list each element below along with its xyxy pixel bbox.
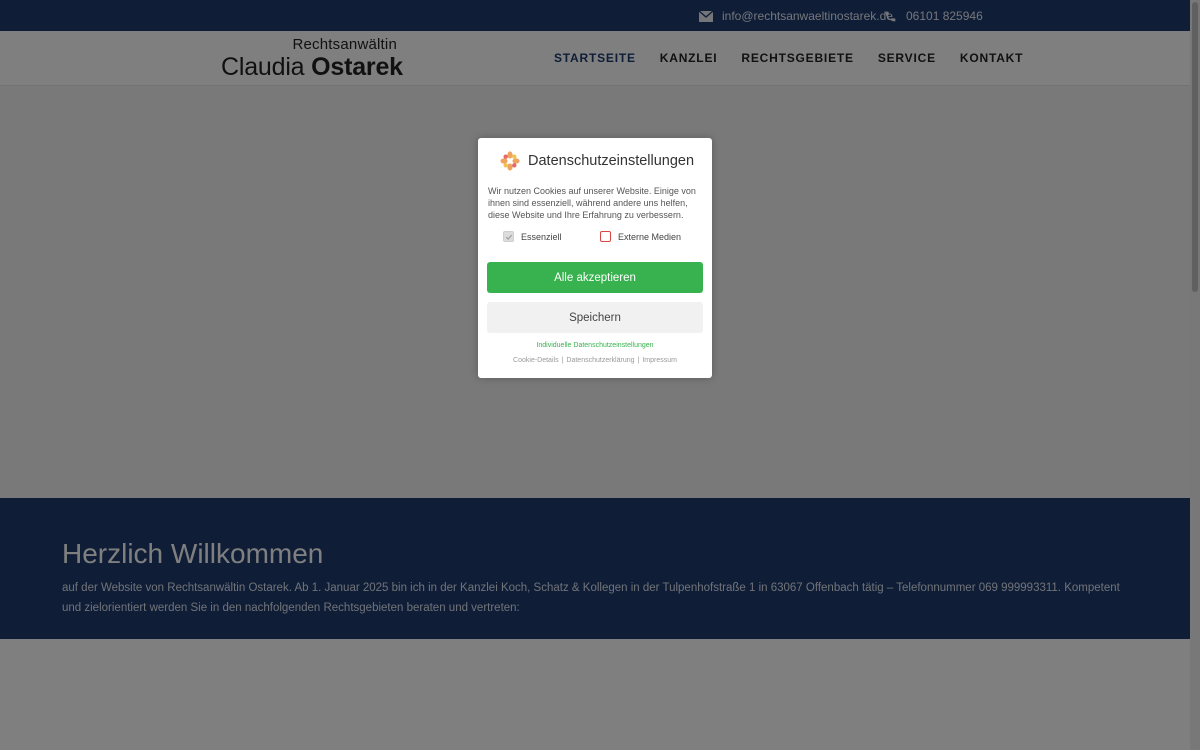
imprint-link[interactable]: Impressum bbox=[642, 357, 677, 364]
cookie-details-link[interactable]: Cookie-Details bbox=[513, 357, 559, 364]
accept-all-button[interactable]: Alle akzeptieren bbox=[487, 262, 703, 293]
privacy-policy-link[interactable]: Datenschutzerklärung bbox=[566, 357, 634, 364]
checkbox-externe-medien[interactable] bbox=[600, 231, 611, 242]
dialog-title: Datenschutzeinstellungen bbox=[528, 153, 695, 169]
option-label-essenziell: Essenziell bbox=[521, 231, 562, 242]
option-externe-medien[interactable]: Externe Medien bbox=[600, 231, 681, 242]
option-essenziell[interactable]: Essenziell bbox=[503, 231, 562, 242]
save-button[interactable]: Speichern bbox=[487, 302, 703, 333]
checkbox-essenziell[interactable] bbox=[503, 231, 514, 242]
cookie-consent-dialog: Datenschutzeinstellungen Wir nutzen Cook… bbox=[478, 138, 712, 378]
individual-settings-link[interactable]: Individuelle Datenschutzeinstellungen bbox=[478, 342, 712, 349]
option-label-externe-medien: Externe Medien bbox=[618, 231, 682, 242]
link-separator: | bbox=[637, 357, 640, 364]
dialog-footer-links: Cookie-Details | Datenschutzerklärung | Impr… bbox=[478, 357, 712, 364]
cookie-flower-icon bbox=[500, 151, 520, 171]
dialog-description: Wir nutzen Cookies auf unserer Website. … bbox=[488, 186, 696, 220]
checkmark-icon bbox=[505, 234, 512, 240]
dialog-header: Datenschutzeinstellungen bbox=[500, 151, 694, 171]
link-separator: | bbox=[561, 357, 564, 364]
